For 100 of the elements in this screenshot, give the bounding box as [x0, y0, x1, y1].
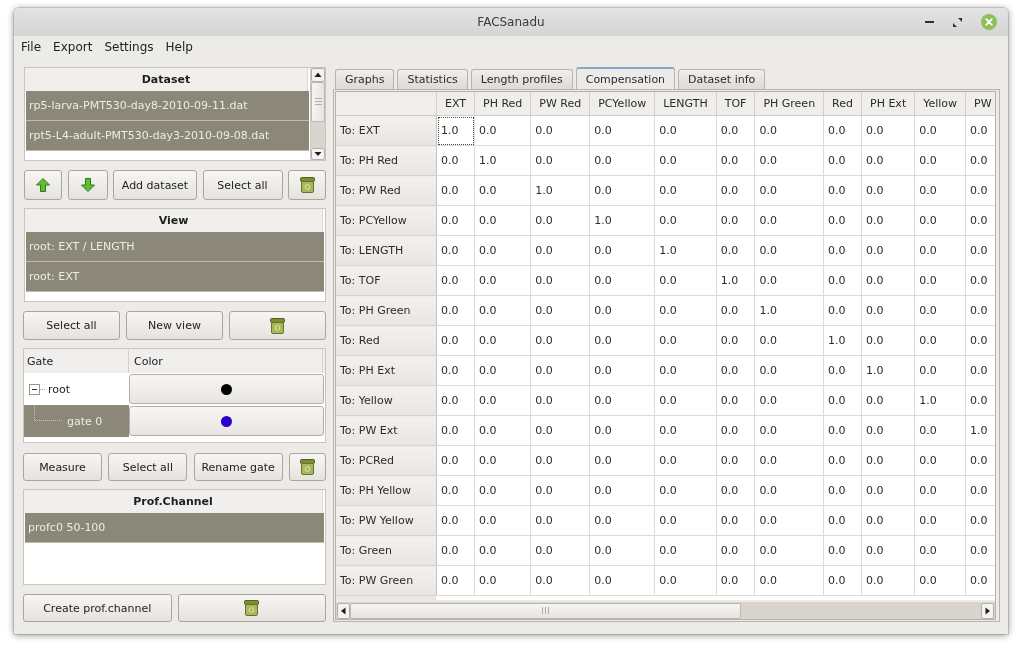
table-cell: 0.0	[861, 205, 915, 236]
table-cell: 0.0	[589, 475, 655, 506]
table-cell: 0.0	[530, 145, 590, 176]
list-header: View	[25, 209, 323, 232]
row-header[interactable]: To: PW Green	[336, 565, 437, 596]
row-header[interactable]: To: PW Yellow	[336, 505, 437, 536]
row-header[interactable]: To: PCRed	[336, 445, 437, 476]
color-button[interactable]	[129, 406, 324, 436]
row-header[interactable]: To: Red	[336, 325, 437, 356]
row-header[interactable]: To: LENGTH	[336, 235, 437, 266]
table-cell: 0.0	[530, 205, 590, 236]
trash-button[interactable]	[288, 170, 326, 200]
column-header[interactable]: Red	[823, 92, 862, 116]
scrollbar-thumb[interactable]	[311, 82, 325, 122]
table-cell: 0.0	[589, 145, 655, 176]
row-header[interactable]: To: TOF	[336, 265, 437, 296]
rename-gate-button[interactable]: Rename gate	[193, 453, 283, 481]
row-header[interactable]: To: PH Red	[336, 145, 437, 176]
table-cell: 0.0	[530, 265, 590, 296]
table-cell: 0.0	[861, 265, 915, 296]
menu-item[interactable]: Help	[159, 39, 199, 55]
table-cell: 0.0	[474, 175, 531, 206]
tab[interactable]: Dataset info	[678, 69, 766, 89]
table-cell: 0.0	[589, 235, 655, 266]
table-cell: 0.0	[914, 205, 966, 236]
table-cell: 0.0	[474, 445, 531, 476]
row-header[interactable]: To: Green	[336, 535, 437, 566]
up-arrow-button[interactable]	[24, 170, 62, 200]
column-header[interactable]: Yellow	[914, 92, 966, 116]
add-dataset-button[interactable]: Add dataset	[113, 170, 197, 200]
table-cell: 0.0	[861, 415, 915, 446]
table-cell: 0.0	[589, 505, 655, 536]
measure-button[interactable]: Measure	[23, 453, 102, 481]
table-cell: 0.0	[654, 175, 717, 206]
table-cell: 0.0	[914, 445, 966, 476]
table-cell: 0.0	[754, 265, 824, 296]
table-cell: 0.0	[861, 565, 915, 596]
tab[interactable]: Statistics	[397, 69, 468, 89]
tree-item[interactable]: root	[24, 373, 129, 405]
row-header[interactable]: To: Yellow	[336, 385, 437, 416]
tab[interactable]: Length profiles	[470, 69, 573, 89]
table-cell: 0.0	[861, 175, 915, 206]
trash-button[interactable]	[289, 453, 326, 481]
down-arrow-button[interactable]	[67, 170, 108, 200]
column-header[interactable]: PW	[965, 92, 995, 116]
column-header[interactable]: PH Red	[474, 92, 531, 116]
table-cell: 0.0	[861, 295, 915, 326]
table-cell: 0.0	[474, 535, 531, 566]
color-button[interactable]	[129, 374, 324, 404]
minimize-icon[interactable]	[925, 20, 934, 24]
column-header[interactable]: LENGTH	[654, 92, 717, 116]
table-cell: 0.0	[530, 445, 590, 476]
trash-button[interactable]	[229, 311, 326, 340]
row-header[interactable]: To: PH Ext	[336, 355, 437, 386]
create-channel-button[interactable]: Create prof.channel	[23, 594, 172, 622]
table-cell: 0.0	[474, 205, 531, 236]
table-cell: 0.0	[474, 265, 531, 296]
column-header[interactable]: PW Red	[530, 92, 590, 116]
tab[interactable]: Graphs	[335, 69, 395, 89]
trash-button[interactable]	[177, 594, 326, 622]
table-cell: 0.0	[530, 355, 590, 386]
table-cell: 0.0	[654, 535, 717, 566]
select-all-button[interactable]: Select all	[108, 453, 188, 481]
tab[interactable]: Compensation	[575, 67, 676, 89]
table-cell: 0.0	[861, 325, 915, 356]
window-title: FACSanadu	[477, 15, 545, 29]
row-header[interactable]: To: PW Red	[336, 175, 437, 206]
menu-item[interactable]: Export	[47, 39, 99, 55]
table-cell: 0.0	[754, 445, 824, 476]
maximize-icon[interactable]	[953, 17, 962, 27]
column-header[interactable]: PH Green	[754, 92, 824, 116]
table-cell: 0.0	[754, 145, 824, 176]
table-cell: 0.0	[589, 175, 655, 206]
row-header[interactable]: To: PW Ext	[336, 415, 437, 446]
select-all-button[interactable]: Select all	[23, 311, 120, 340]
table-cell: 0.0	[754, 505, 824, 536]
table-cell: 0.0	[530, 385, 590, 416]
collapse-icon[interactable]	[29, 383, 46, 395]
menu-item[interactable]: Settings	[98, 39, 160, 55]
scrollbar-thumb[interactable]	[350, 602, 742, 619]
row-header[interactable]: To: PCYellow	[336, 205, 437, 236]
table-cell: 0.0	[654, 205, 717, 236]
column-header[interactable]: EXT	[436, 92, 475, 116]
table-cell: 0.0	[754, 535, 824, 566]
select-all-button[interactable]: Select all	[202, 170, 283, 200]
table-cell: 0.0	[474, 235, 531, 266]
column-header[interactable]: PH Ext	[861, 92, 915, 116]
column-header[interactable]: PCYellow	[589, 92, 655, 116]
column-header[interactable]: Gate	[24, 349, 129, 373]
row-header[interactable]: To: EXT	[336, 115, 437, 146]
table-cell: 0.0	[474, 115, 531, 146]
new-view-button[interactable]: New view	[126, 311, 223, 340]
row-header[interactable]: To: PH Yellow	[336, 475, 437, 506]
table-cell: 0.0	[861, 535, 915, 566]
column-header[interactable]: TOF	[716, 92, 755, 116]
table-cell: 0.0	[530, 475, 590, 506]
column-header[interactable]: Color	[129, 349, 323, 373]
row-header[interactable]: To: PH Green	[336, 295, 437, 326]
menu-item[interactable]: File	[15, 39, 48, 55]
table-cell: 1.0	[861, 355, 915, 386]
